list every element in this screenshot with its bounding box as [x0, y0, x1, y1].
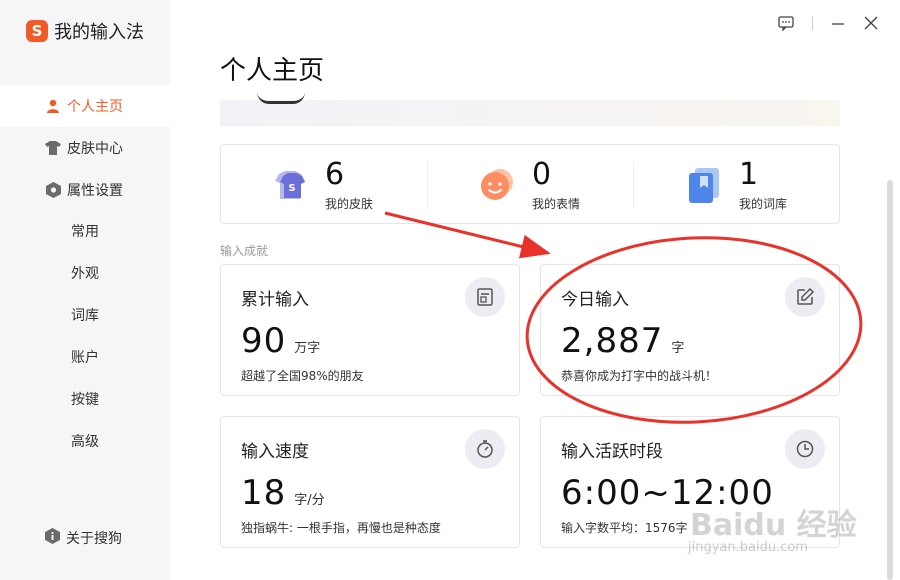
sidebar-subitem-dictionary[interactable]: 词库: [71, 305, 99, 327]
card-title: 累计输入: [241, 290, 309, 310]
sidebar-item-label: 属性设置: [67, 183, 123, 199]
clock-icon[interactable]: [785, 429, 825, 469]
window-controls-divider: [812, 16, 813, 30]
stat-divider: [427, 161, 428, 209]
card-desc: 超越了全国98%的朋友: [241, 369, 364, 383]
sidebar-subitem-keys[interactable]: 按键: [71, 389, 99, 411]
sidebar: S 我的输入法 个人主页 皮肤中心 属性设置 常用 外观 词库 账户 按键 高级…: [0, 0, 170, 580]
card-value: 2,887: [561, 321, 664, 361]
card-desc: 恭喜你成为打字中的战斗机！: [561, 369, 718, 383]
stats-panel: S 6 我的皮肤 0 我的表情 1 我的词库: [220, 144, 840, 224]
card-title: 今日输入: [561, 290, 629, 310]
sidebar-item-label: 皮肤中心: [67, 141, 123, 157]
card-value-row: 90 万字: [241, 321, 320, 361]
sidebar-subitem-account[interactable]: 账户: [71, 347, 99, 369]
document-icon[interactable]: [465, 277, 505, 317]
app-header: S 我的输入法: [26, 18, 144, 44]
watermark-url: jingyan.baidu.com: [688, 540, 808, 555]
close-icon[interactable]: [862, 14, 880, 32]
sidebar-item-skins[interactable]: 皮肤中心: [0, 127, 170, 169]
stat-skins[interactable]: S 6 我的皮肤: [269, 145, 373, 225]
sidebar-subitem-advanced[interactable]: 高级: [71, 431, 99, 453]
app-title: 我的输入法: [54, 22, 144, 43]
card-unit: 万字: [294, 341, 321, 356]
sidebar-item-label: 个人主页: [67, 99, 123, 115]
card-title: 输入速度: [241, 442, 309, 462]
stat-divider: [633, 161, 634, 209]
stat-value: 1: [739, 156, 759, 192]
hexagon-settings-icon: [45, 182, 61, 198]
stat-label: 我的表情: [532, 196, 581, 211]
stat-emoji[interactable]: 0 我的表情: [476, 145, 580, 225]
edit-icon[interactable]: [785, 277, 825, 317]
skin-icon: S: [275, 171, 305, 199]
card-desc: 独指蜗牛: 一根手指，再慢也是种态度: [241, 521, 441, 535]
svg-text:S: S: [288, 183, 295, 194]
profile-banner: [220, 100, 840, 126]
sogou-logo-icon: S: [26, 20, 48, 42]
watermark-logo: Baidu 经验: [690, 508, 857, 543]
sidebar-item-settings[interactable]: 属性设置: [0, 169, 170, 211]
section-label-achievements: 输入成就: [220, 244, 269, 258]
scrollbar[interactable]: [887, 180, 893, 580]
avatar-edge: [257, 92, 305, 104]
shirt-icon: [45, 140, 61, 156]
card-title: 输入活跃时段: [561, 442, 663, 462]
card-value: 90: [241, 321, 287, 361]
card-value-row: 18 字/分: [241, 473, 325, 513]
about-link[interactable]: 关于搜狗: [45, 528, 122, 548]
user-icon: [45, 98, 61, 114]
minimize-icon[interactable]: [829, 14, 847, 32]
page-title: 个人主页: [220, 56, 325, 86]
dictionary-icon: [689, 168, 719, 203]
sidebar-subitem-appearance[interactable]: 外观: [71, 263, 99, 285]
feedback-icon[interactable]: [777, 14, 795, 32]
card-input-speed: 输入速度 18 字/分 独指蜗牛: 一根手指，再慢也是种态度: [220, 416, 520, 548]
stopwatch-icon[interactable]: [465, 429, 505, 469]
card-unit: 字/分: [294, 493, 325, 508]
stat-label: 我的皮肤: [325, 196, 374, 211]
info-icon: [45, 528, 60, 548]
card-today-input: 今日输入 2,887 字 恭喜你成为打字中的战斗机！: [540, 264, 840, 396]
stat-value: 0: [532, 156, 552, 192]
emoji-icon: [481, 169, 513, 200]
card-value: 18: [241, 473, 287, 513]
sidebar-item-profile[interactable]: 个人主页: [0, 85, 170, 127]
card-total-input: 累计输入 90 万字 超越了全国98%的朋友: [220, 264, 520, 396]
card-value-row: 2,887 字: [561, 321, 684, 361]
sidebar-subitem-common[interactable]: 常用: [71, 221, 99, 243]
card-unit: 字: [671, 341, 685, 356]
stat-label: 我的词库: [739, 196, 788, 211]
stat-dictionary[interactable]: 1 我的词库: [683, 145, 787, 225]
card-desc: 输入字数平均：1576字: [561, 521, 688, 535]
stat-value: 6: [325, 156, 345, 192]
about-label: 关于搜狗: [66, 531, 122, 547]
